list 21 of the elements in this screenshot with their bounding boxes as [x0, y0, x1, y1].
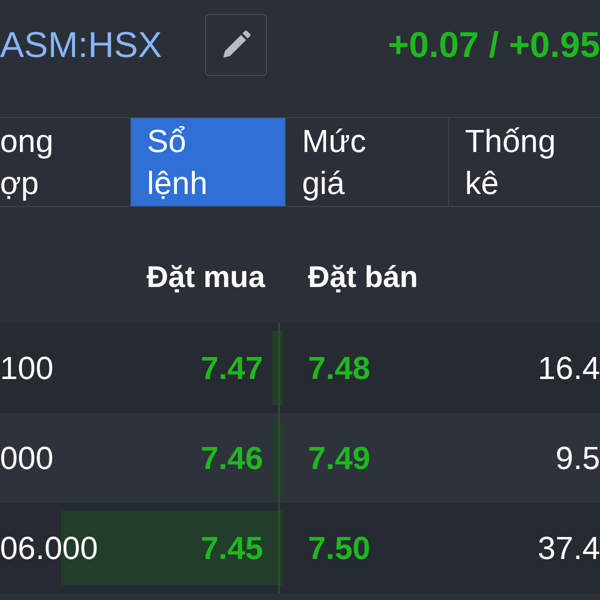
bid-volume: 06.000 [0, 530, 98, 566]
column-header: Đặt mua [146, 261, 266, 295]
bid-volume: 000 [0, 440, 54, 476]
ask-price: 7.49 [308, 440, 370, 476]
bid-price: 7.45 [200, 530, 263, 566]
column-header: Đặt bán [307, 261, 420, 295]
ask-volume: 9.5 [556, 440, 600, 476]
ask-volume: 37.4 [538, 530, 600, 566]
bid-price: 7.46 [200, 440, 263, 476]
tab[interactable]: Thống kê [448, 118, 600, 206]
bid-volume: 100 [0, 350, 54, 386]
bid-price: 7.47 [200, 350, 263, 386]
edit-button[interactable] [205, 14, 267, 76]
ask-price: 7.48 [308, 350, 370, 386]
tab[interactable]: ong ợp [0, 118, 130, 206]
ask-volume: 16.4 [538, 350, 600, 386]
tab[interactable]: Sổ lệnh [130, 118, 285, 206]
tab[interactable]: Mức giá [285, 118, 448, 206]
price-change: +0.07 / +0.95 [388, 24, 600, 66]
stock-symbol: ASM:HSX [0, 24, 164, 66]
ask-price: 7.50 [308, 530, 370, 566]
